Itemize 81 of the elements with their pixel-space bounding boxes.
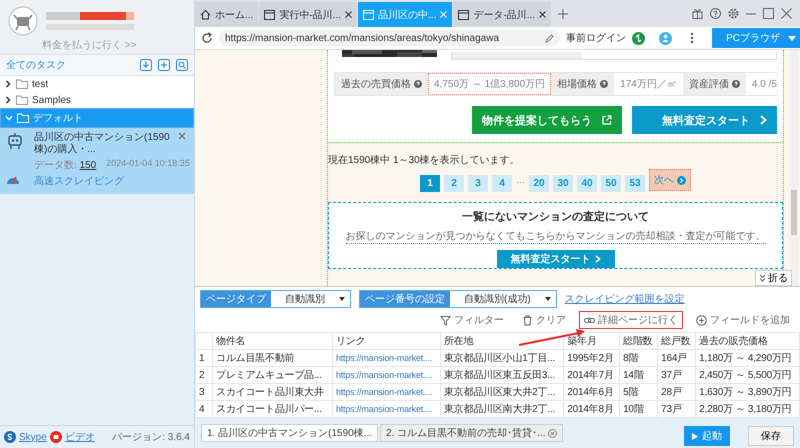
- column-header: リンク: [332, 332, 440, 350]
- browser-tab[interactable]: 品川区の中...: [358, 2, 452, 27]
- table-cell: 2,450万 ～ 5,500万円: [696, 366, 800, 384]
- page-button[interactable]: 4: [492, 175, 512, 192]
- column-header: 総階数: [620, 332, 658, 350]
- data-count: データ数: 150: [34, 159, 96, 172]
- select-field[interactable]: ページ番号の設定 自動識別(成功): [359, 290, 557, 308]
- column-header: 物件名: [212, 332, 332, 350]
- toolbar-button[interactable]: フィルター: [435, 311, 509, 329]
- appraisal-button[interactable]: 無料査定スタート: [632, 106, 777, 134]
- toolbar-button[interactable]: 詳細ページに行く: [579, 311, 683, 329]
- price-label: 相場価格: [551, 73, 614, 95]
- table-cell: プレミアムキューブ品...: [212, 366, 332, 384]
- collapse-button[interactable]: 折る: [755, 270, 792, 286]
- table-cell: 8階: [620, 350, 658, 366]
- toolbar-button[interactable]: フィールドを追加: [691, 311, 795, 329]
- price-label: 過去の売買価格: [335, 73, 428, 95]
- table-cell: 東京都品川区東大井2丁...: [440, 384, 564, 400]
- folder-item[interactable]: test: [0, 76, 194, 92]
- page-button[interactable]: 2: [444, 175, 464, 192]
- select-field[interactable]: ページタイプ 自動識別: [200, 290, 351, 308]
- table-link[interactable]: https://mansion-market....: [332, 350, 440, 366]
- page-button[interactable]: 3: [468, 175, 488, 192]
- table-link[interactable]: https://mansion-market....: [332, 384, 440, 400]
- table-cell: 2014年7月: [564, 366, 620, 384]
- task-title: 品川区の中古マンション(1590棟)の購入・...: [34, 132, 171, 156]
- table-cell: スカイコート品川東大井: [212, 384, 332, 400]
- browser-mode-button[interactable]: PCブラウザ: [712, 28, 800, 48]
- result-count: 現在1590棟中 1～30棟を表示しています。: [328, 154, 521, 167]
- column-header: 総戸数: [658, 332, 696, 350]
- browser-tab[interactable]: ホーム...: [195, 2, 258, 27]
- folder-item[interactable]: Samples: [0, 92, 194, 108]
- page-button[interactable]: 53: [625, 175, 645, 192]
- browser-tab[interactable]: データ-品川...: [453, 2, 552, 27]
- skype-link[interactable]: Skype: [19, 432, 47, 442]
- table-cell: 37戸: [658, 366, 696, 384]
- column-header: 所在地: [440, 332, 564, 350]
- table-cell: コルム目黒不動前: [212, 350, 332, 366]
- task-item[interactable]: 品川区の中古マンション(1590棟)の購入・... データ数: 150 2024-01-04 10:18:35 高速スクレイピング: [0, 128, 194, 194]
- save-button[interactable]: 保存: [748, 426, 794, 446]
- range-link[interactable]: スクレイピング範囲を設定: [564, 292, 685, 306]
- table-cell: 1,630万 ～ 3,890万円: [696, 384, 800, 400]
- toolbar-button[interactable]: クリア: [517, 311, 571, 329]
- video-link[interactable]: ビデオ: [64, 430, 95, 444]
- ellipsis: …: [516, 175, 525, 185]
- table-cell: 14階: [620, 366, 658, 384]
- row-number: 1: [196, 350, 212, 366]
- result-tab[interactable]: 1. 品川区の中古マンション(1590棟...: [201, 424, 378, 442]
- info-title: 一覧にないマンションの査定について: [462, 210, 649, 224]
- table-cell: 1,180万 ～ 4,290万円: [696, 350, 800, 366]
- table-cell: 5階: [620, 384, 658, 400]
- result-tab[interactable]: 2. コルム目黒不動前の売却･賃貸･...: [380, 424, 564, 442]
- page-button[interactable]: 1: [420, 175, 440, 192]
- table-cell: 東京都品川区東五反田3...: [440, 366, 564, 384]
- info-text: お探しのマンションが見つからなくてもこちらからマンションの売却相談・査定が可能です。: [346, 229, 766, 244]
- browser-tab[interactable]: 実行中-品川...: [259, 2, 358, 27]
- all-tasks-header[interactable]: 全てのタスク: [6, 58, 66, 72]
- appraisal-button[interactable]: 無料査定スタート: [496, 250, 614, 268]
- table-cell: 2014年6月: [564, 384, 620, 400]
- pre-login-link[interactable]: 事前ログイン: [566, 31, 626, 45]
- task-date: 2024-01-04 10:18:35: [106, 158, 190, 170]
- version-text: バージョン: 3.6.4: [112, 431, 190, 444]
- page-button[interactable]: 30: [553, 175, 573, 192]
- propose-button[interactable]: 物件を提案してもらう: [472, 106, 622, 134]
- table-cell: 28戸: [658, 384, 696, 400]
- table-link[interactable]: https://mansion-market....: [332, 366, 440, 384]
- url-field[interactable]: https://mansion-market.com/mansions/areas/tokyo/shinagawa: [219, 30, 560, 46]
- table-cell: 164戸: [658, 350, 696, 366]
- folder-item[interactable]: デフォルト: [0, 108, 194, 128]
- page-button[interactable]: 50: [601, 175, 621, 192]
- column-header: 過去の販売価格: [696, 332, 800, 350]
- price-label: 資産評価: [682, 73, 746, 95]
- table-cell: 1995年2月: [564, 350, 620, 366]
- scrape-mode: 高速スクレイピング: [34, 174, 125, 188]
- row-number: 3: [196, 384, 212, 400]
- page-button[interactable]: 40: [577, 175, 597, 192]
- run-button[interactable]: 起動: [684, 426, 730, 446]
- price-value: 4,750万 ～ 1億3,800万円: [428, 73, 552, 95]
- table-cell: 東京都品川区小山1丁目...: [440, 350, 564, 366]
- row-number: 2: [196, 366, 212, 384]
- page-button[interactable]: 20: [529, 175, 549, 192]
